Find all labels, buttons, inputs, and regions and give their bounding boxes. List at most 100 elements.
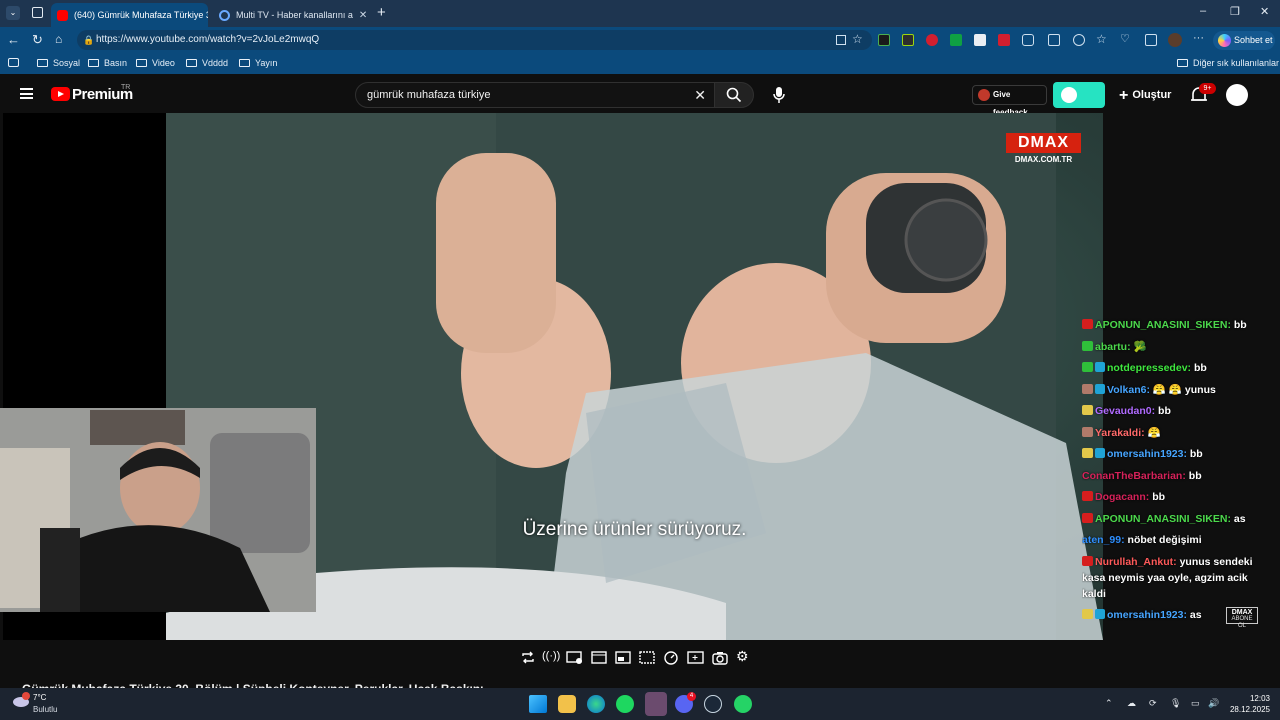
chat-text: bb bbox=[1158, 405, 1171, 417]
chat-username[interactable]: Volkan6 bbox=[1107, 384, 1147, 396]
chat-username[interactable]: Gevaudan0 bbox=[1095, 405, 1152, 417]
streamer-webcam bbox=[0, 408, 316, 612]
screenshot-icon[interactable] bbox=[1145, 34, 1157, 46]
chat-username[interactable]: aten_99 bbox=[1082, 534, 1121, 546]
heart-icon[interactable]: ♡ bbox=[1120, 32, 1130, 45]
folder-icon bbox=[1177, 59, 1188, 67]
whatsapp-icon[interactable] bbox=[734, 695, 752, 713]
chat-username[interactable]: omersahin1923 bbox=[1107, 609, 1183, 621]
clear-search-icon[interactable]: ✕ bbox=[694, 83, 706, 107]
audio-icon[interactable]: ((·)) bbox=[542, 650, 560, 665]
home-icon[interactable]: ⌂ bbox=[55, 32, 62, 46]
new-tab-button[interactable]: + bbox=[377, 4, 386, 21]
edge-icon[interactable] bbox=[587, 695, 605, 713]
puzzle-icon[interactable] bbox=[1022, 34, 1034, 46]
copilot-button[interactable]: Sohbet et bbox=[1213, 31, 1275, 50]
search-input[interactable]: gümrük muhafaza türkiye ✕ bbox=[355, 82, 715, 108]
chat-username[interactable]: APONUN_ANASINI_SIKEN bbox=[1095, 513, 1227, 525]
extension-icon[interactable] bbox=[950, 34, 962, 46]
start-icon[interactable] bbox=[529, 695, 547, 713]
bookmarks-bar: Sosyal Basın Video Vdddd Yayın Diğer sık… bbox=[0, 53, 1280, 74]
film-icon[interactable] bbox=[591, 650, 607, 665]
chat-username[interactable]: ConanTheBarbarian bbox=[1082, 470, 1182, 482]
streaming-app-icon[interactable] bbox=[645, 692, 667, 716]
spotify-icon[interactable] bbox=[616, 695, 634, 713]
microphone-icon[interactable]: 🎙 bbox=[1170, 698, 1182, 710]
back-icon[interactable]: ← bbox=[7, 32, 20, 47]
diamond-badge-icon bbox=[1095, 362, 1105, 372]
sidebar-toggle-icon[interactable] bbox=[8, 58, 19, 67]
cloud-sync-icon[interactable]: ☁ bbox=[1127, 698, 1139, 710]
favorites-icon[interactable]: ☆ bbox=[1096, 32, 1107, 46]
chat-username[interactable]: APONUN_ANASINI_SIKEN bbox=[1095, 319, 1227, 331]
grid-icon[interactable] bbox=[836, 35, 846, 45]
chat-username[interactable]: Dogacann bbox=[1095, 491, 1146, 503]
bookmark-video[interactable]: Video bbox=[136, 58, 175, 68]
extension-icon[interactable] bbox=[998, 34, 1010, 46]
search-button[interactable] bbox=[714, 82, 754, 108]
weather-description: Bulutlu bbox=[33, 705, 58, 714]
extension-icon[interactable] bbox=[902, 34, 914, 46]
create-button[interactable]: + Oluştur bbox=[1119, 87, 1171, 105]
pip-icon[interactable] bbox=[615, 650, 631, 665]
weather-widget[interactable] bbox=[12, 691, 32, 714]
gear-icon[interactable]: ⚙ bbox=[736, 648, 752, 664]
restore-icon[interactable]: ❐ bbox=[1230, 5, 1240, 18]
tab-actions-icon[interactable]: ⌄ bbox=[6, 6, 20, 20]
chat-username[interactable]: Yarakaldi bbox=[1095, 427, 1141, 439]
chat-username[interactable]: notdepressedev bbox=[1107, 362, 1188, 374]
extension-icon[interactable] bbox=[974, 34, 986, 46]
loop-icon[interactable] bbox=[520, 650, 536, 665]
hamburger-menu-icon[interactable] bbox=[20, 88, 33, 99]
chat-username[interactable]: Nurullah_Ankut bbox=[1095, 556, 1173, 568]
give-feedback-button[interactable]: Give feedback bbox=[972, 85, 1047, 117]
account-avatar[interactable] bbox=[1226, 84, 1248, 106]
extension-icon[interactable] bbox=[878, 34, 890, 46]
chat-badge-icon bbox=[1082, 426, 1093, 437]
tab-youtube[interactable]: (640) Gümrük Muhafaza Türkiye 3( ✕ bbox=[51, 3, 208, 27]
file-explorer-icon[interactable] bbox=[558, 695, 576, 713]
chat-username[interactable]: abartu bbox=[1095, 341, 1127, 353]
cinema-icon[interactable] bbox=[566, 650, 582, 665]
refresh-icon[interactable]: ↻ bbox=[32, 32, 43, 48]
favorite-star-icon[interactable]: ☆ bbox=[852, 32, 863, 46]
chat-badge-icon bbox=[1082, 555, 1093, 566]
split-screen-icon[interactable] bbox=[1048, 34, 1060, 46]
youtube-logo-icon[interactable] bbox=[51, 87, 70, 101]
minimize-icon[interactable]: – bbox=[1200, 5, 1206, 17]
bookmark-vdddd[interactable]: Vdddd bbox=[186, 58, 228, 68]
url-field[interactable]: 🔒 https://www.youtube.com/watch?v=2vJoLe… bbox=[77, 30, 872, 50]
workspaces-icon[interactable] bbox=[32, 7, 43, 18]
search-icon bbox=[726, 87, 742, 103]
tab-multitv[interactable]: Multi TV - Haber kanallarını a ✕ bbox=[213, 3, 370, 27]
chat-username[interactable]: omersahin1923 bbox=[1107, 448, 1183, 460]
chat-message: aten_99: nöbet değişimi bbox=[1082, 532, 1274, 548]
bookmark-basin[interactable]: Basın bbox=[88, 58, 127, 68]
chevron-up-icon[interactable]: ⌃ bbox=[1105, 698, 1117, 710]
system-clock[interactable]: 12:03 28.12.2025 bbox=[1228, 693, 1270, 715]
youtube-favicon-icon bbox=[57, 9, 68, 21]
camera-icon[interactable] bbox=[712, 650, 728, 665]
profile-avatar[interactable] bbox=[1168, 33, 1182, 47]
add-screen-icon[interactable] bbox=[687, 650, 704, 665]
close-window-icon[interactable]: ✕ bbox=[1260, 5, 1269, 18]
more-icon[interactable]: ··· bbox=[1193, 32, 1204, 44]
bookmark-label: Video bbox=[152, 58, 175, 68]
close-icon[interactable]: ✕ bbox=[359, 10, 367, 21]
clock-date: 28.12.2025 bbox=[1229, 705, 1270, 714]
bookmark-yayin[interactable]: Yayın bbox=[239, 58, 277, 68]
bookmark-sosyal[interactable]: Sosyal bbox=[37, 58, 80, 68]
sync-icon[interactable]: ⟳ bbox=[1149, 698, 1161, 710]
settings-icon[interactable] bbox=[1073, 34, 1085, 46]
display-icon[interactable]: ▭ bbox=[1191, 698, 1203, 710]
steam-icon[interactable] bbox=[704, 695, 722, 713]
screen-icon[interactable] bbox=[639, 650, 655, 665]
dmax-subscribe-watermark[interactable]: DMAX ABONE OL bbox=[1226, 607, 1258, 629]
bookmark-label: Diğer sık kullanılanlar bbox=[1193, 58, 1280, 68]
microphone-icon[interactable] bbox=[772, 86, 786, 104]
extension-icon[interactable] bbox=[926, 34, 938, 46]
bookmark-other-favorites[interactable]: Diğer sık kullanılanlar bbox=[1177, 58, 1279, 68]
volume-icon[interactable]: 🔊 bbox=[1208, 698, 1220, 710]
speed-icon[interactable] bbox=[663, 650, 679, 665]
theme-toggle[interactable] bbox=[1053, 82, 1105, 108]
